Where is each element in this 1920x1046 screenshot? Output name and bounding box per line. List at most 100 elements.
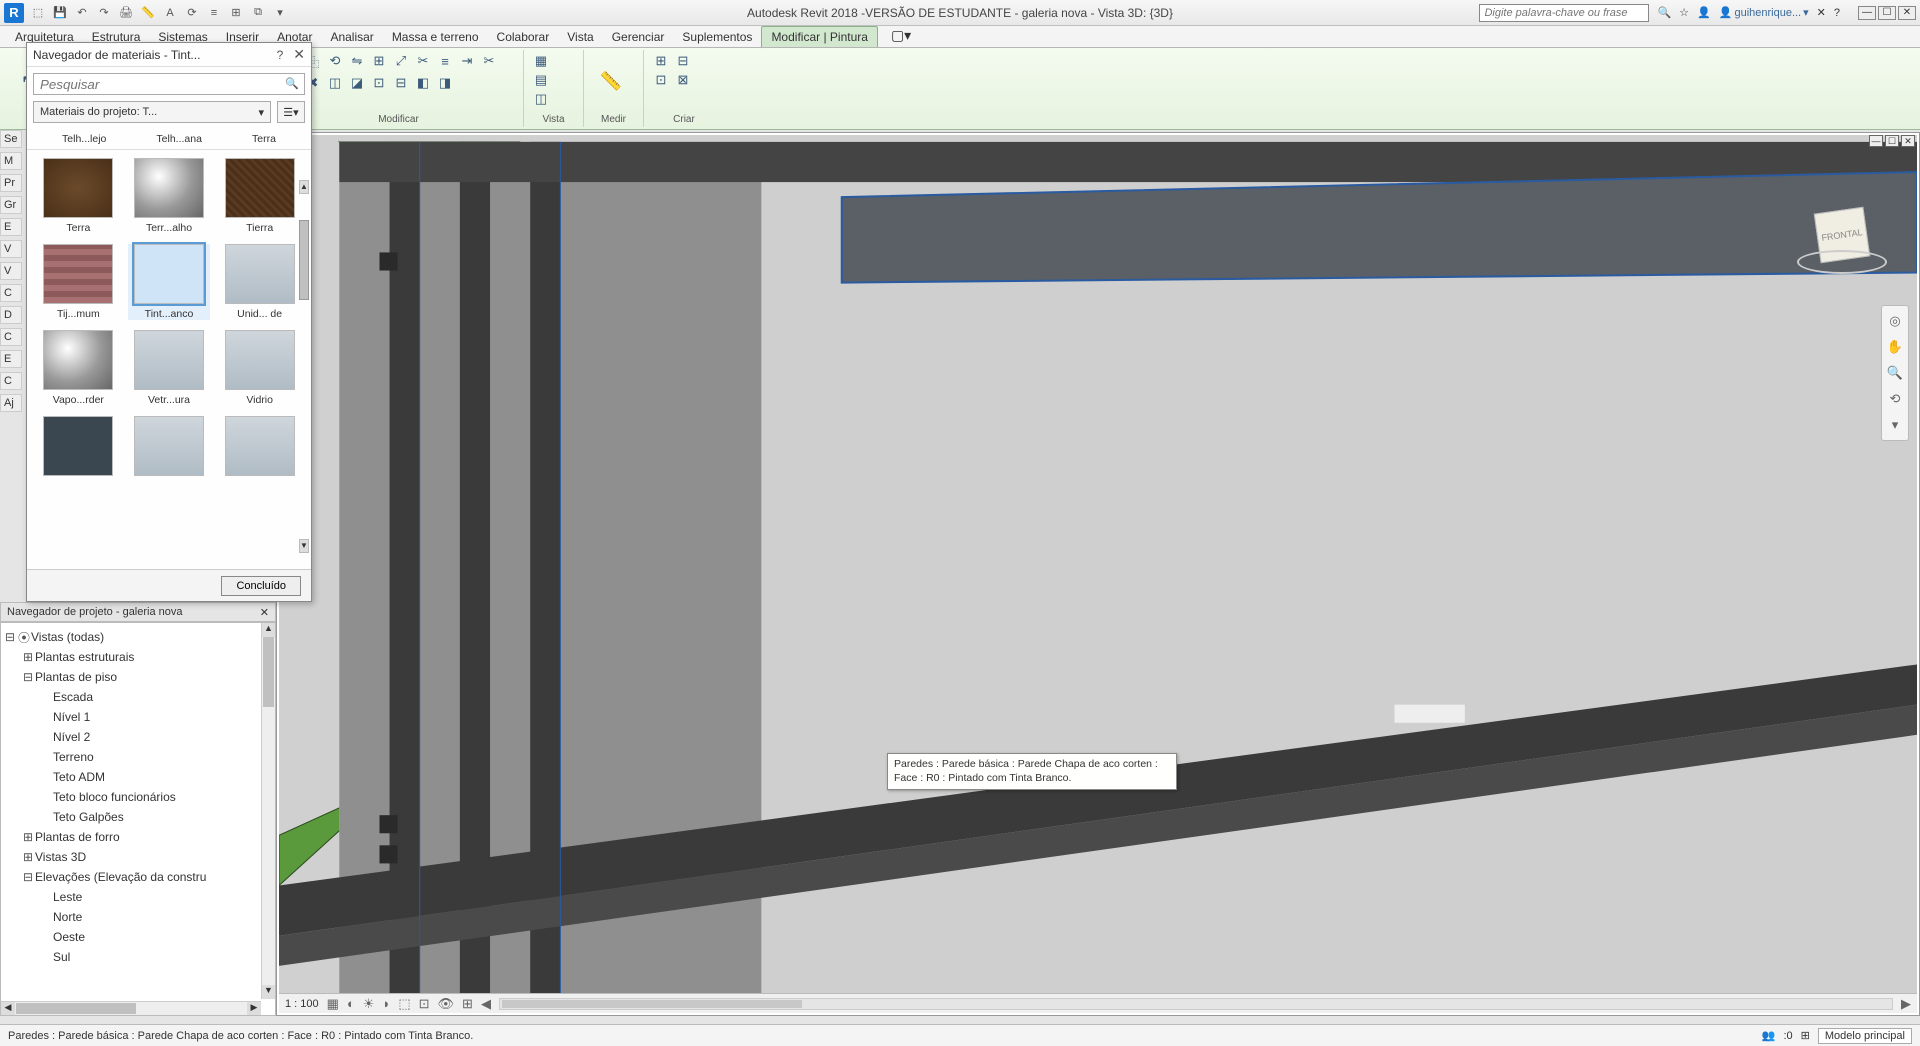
offset-icon[interactable]: ⇥ <box>458 52 476 70</box>
material-item[interactable]: Tint...anco <box>128 244 211 320</box>
window-icon[interactable]: ⊞ <box>228 5 244 21</box>
signin-icon[interactable]: 👤 <box>1697 6 1711 19</box>
view-icon-3[interactable]: ◫ <box>532 90 550 108</box>
material-search-input[interactable] <box>33 73 305 95</box>
measure-button[interactable]: 📏 <box>592 52 630 110</box>
align-icon[interactable]: ≡ <box>436 52 454 70</box>
visual-style-icon[interactable]: ◐ <box>347 996 355 1011</box>
rotate-icon[interactable]: ⟲ <box>326 52 344 70</box>
3d-viewport[interactable]: Paredes : Parede básica : Parede Chapa d… <box>276 132 1920 1016</box>
tree-item[interactable]: Escada <box>3 687 273 707</box>
exchange-icon[interactable]: ✕ <box>1817 6 1826 19</box>
tree-item[interactable]: Teto Galpões <box>3 807 273 827</box>
material-item[interactable] <box>37 416 120 480</box>
help-search-input[interactable] <box>1479 4 1649 22</box>
scroll-thumb[interactable] <box>263 637 274 707</box>
extra1-icon[interactable]: ◫ <box>326 74 344 92</box>
scale-icon[interactable]: ⤢ <box>392 52 410 70</box>
tree-item[interactable]: Terreno <box>3 747 273 767</box>
star-icon[interactable]: ☆ <box>1679 6 1689 19</box>
ribbon-expand-icon[interactable]: ▢▾ <box>882 24 920 47</box>
material-scrollbar[interactable]: ▲ ▼ <box>299 180 309 553</box>
material-browser-close-icon[interactable]: ✕ <box>293 46 305 63</box>
tree-expander-icon[interactable]: ⊟ <box>21 870 35 884</box>
tab-gerenciar[interactable]: Gerenciar <box>603 27 674 47</box>
material-item[interactable]: Tij...mum <box>37 244 120 320</box>
tab-analisar[interactable]: Analisar <box>321 27 382 47</box>
more-icon[interactable]: ≡ <box>206 5 222 21</box>
scale-label[interactable]: 1 : 100 <box>285 998 319 1010</box>
tree-expander-icon[interactable]: ⊞ <box>21 850 35 864</box>
tree-item[interactable]: Nível 2 <box>3 727 273 747</box>
hide-icon[interactable]: 👁 <box>438 996 455 1012</box>
detail-level-icon[interactable]: ▦ <box>327 996 339 1012</box>
scroll-up-icon[interactable]: ▲ <box>299 180 309 194</box>
project-browser-header[interactable]: Navegador de projeto - galeria nova ✕ <box>0 602 276 622</box>
tab-modificar-pintura[interactable]: Modificar | Pintura <box>761 26 878 47</box>
tab-vista[interactable]: Vista <box>558 27 602 47</box>
workset-icon[interactable]: 👥 <box>1762 1029 1776 1042</box>
pan-icon[interactable]: ✋ <box>1884 336 1906 358</box>
extra3-icon[interactable]: ⊡ <box>370 74 388 92</box>
scroll-thumb[interactable] <box>299 220 309 300</box>
view-maximize-icon[interactable]: ☐ <box>1885 135 1899 147</box>
tree-item[interactable]: Nível 1 <box>3 707 273 727</box>
vc-right-icon[interactable]: ▶ <box>1901 996 1911 1012</box>
redo-icon[interactable]: ↷ <box>96 5 112 21</box>
editable-icon[interactable]: ⊞ <box>1801 1029 1810 1042</box>
tab-colaborar[interactable]: Colaborar <box>488 27 559 47</box>
close-button[interactable]: ✕ <box>1898 6 1916 20</box>
steering-wheel-icon[interactable]: ◎ <box>1884 310 1906 332</box>
tree-item[interactable]: Teto ADM <box>3 767 273 787</box>
view-minimize-icon[interactable]: — <box>1869 135 1883 147</box>
sunpath-icon[interactable]: ☀ <box>363 996 375 1012</box>
tree-item[interactable]: ⊟Elevações (Elevação da constru <box>3 867 273 887</box>
scroll-right-icon[interactable]: ▶ <box>247 1002 261 1015</box>
project-hscrollbar[interactable]: ◀ ▶ <box>1 1001 261 1015</box>
search-icon[interactable]: 🔍 <box>285 77 299 90</box>
view-close-icon[interactable]: ✕ <box>1901 135 1915 147</box>
measure-icon[interactable]: 📏 <box>140 5 156 21</box>
tab-massa-e-terreno[interactable]: Massa e terreno <box>383 27 488 47</box>
print-icon[interactable]: 🖨 <box>118 5 134 21</box>
reveal-icon[interactable]: ⊞ <box>462 996 473 1012</box>
create-icon-4[interactable]: ⊠ <box>674 71 692 89</box>
array-icon[interactable]: ⊞ <box>370 52 388 70</box>
nav-more-icon[interactable]: ▾ <box>1884 414 1906 436</box>
text-icon[interactable]: A <box>162 5 178 21</box>
tree-item[interactable]: ⊞Plantas estruturais <box>3 647 273 667</box>
material-item[interactable]: Unid... de <box>218 244 301 320</box>
create-icon-3[interactable]: ⊟ <box>674 52 692 70</box>
help-icon[interactable]: ? <box>1834 7 1840 19</box>
material-item[interactable]: Terra <box>37 158 120 234</box>
material-item[interactable]: Terr...alho <box>128 158 211 234</box>
maximize-button[interactable]: ☐ <box>1878 6 1896 20</box>
crop-icon[interactable]: ⊡ <box>419 996 430 1012</box>
split-icon[interactable]: ✂ <box>480 52 498 70</box>
undo-icon[interactable]: ↶ <box>74 5 90 21</box>
switch-icon[interactable]: ⧉ <box>250 5 266 21</box>
create-icon-2[interactable]: ⊡ <box>652 71 670 89</box>
3d-model-canvas[interactable] <box>279 135 1917 1013</box>
view-hscrollbar[interactable] <box>499 998 1893 1010</box>
project-vscrollbar[interactable]: ▲ ▼ <box>261 623 275 999</box>
save-icon[interactable]: 💾 <box>52 5 68 21</box>
material-item[interactable]: Vidrio <box>218 330 301 406</box>
extra4-icon[interactable]: ⊟ <box>392 74 410 92</box>
scroll-left-icon[interactable]: ◀ <box>1 1002 15 1015</box>
material-browser-title-bar[interactable]: Navegador de materiais - Tint... ? ✕ <box>27 43 311 67</box>
view-icon-2[interactable]: ▤ <box>532 71 550 89</box>
model-combo[interactable]: Modelo principal <box>1818 1028 1912 1044</box>
tree-item[interactable]: ⊞Vistas 3D <box>3 847 273 867</box>
extra5-icon[interactable]: ◧ <box>414 74 432 92</box>
vc-left-icon[interactable]: ◀ <box>481 996 491 1012</box>
viewcube-ring[interactable] <box>1797 250 1887 274</box>
tree-item[interactable]: ⊟⦿Vistas (todas) <box>3 627 273 647</box>
project-browser-close-icon[interactable]: ✕ <box>260 606 269 619</box>
shadow-icon[interactable]: ◗ <box>382 996 390 1011</box>
scroll-thumb[interactable] <box>16 1003 136 1014</box>
material-item[interactable]: Vetr...ura <box>128 330 211 406</box>
tab-suplementos[interactable]: Suplementos <box>673 27 761 47</box>
tree-item[interactable]: Norte <box>3 907 273 927</box>
scroll-down-icon[interactable]: ▼ <box>262 985 275 999</box>
